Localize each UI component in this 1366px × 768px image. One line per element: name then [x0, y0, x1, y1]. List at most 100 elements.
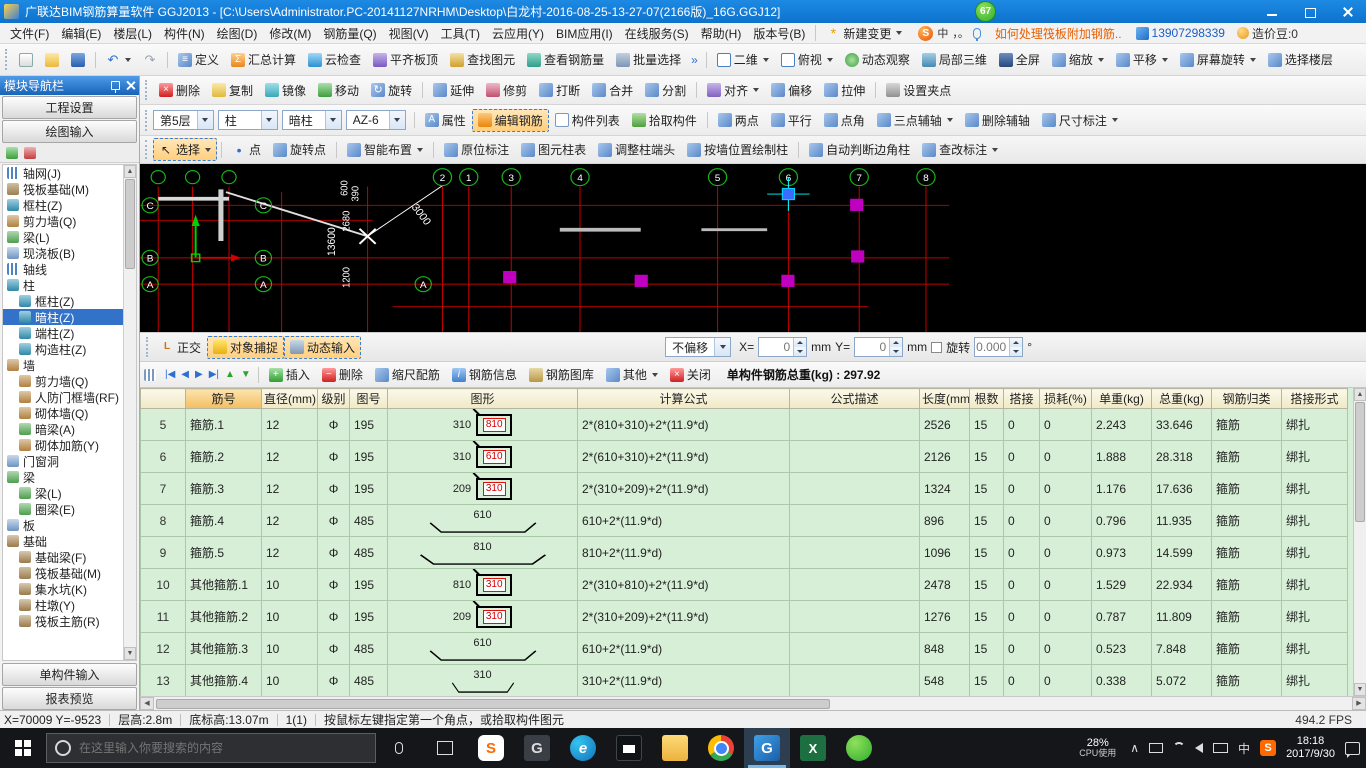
draw-toolbar-button[interactable]: 旋转点 — [267, 138, 332, 161]
pin-icon[interactable] — [111, 81, 120, 93]
cell-rebar-class[interactable]: 箍筋 — [1211, 568, 1282, 601]
report-preview-button[interactable]: 报表预览 — [2, 687, 137, 710]
toolbar-button[interactable]: 平齐板顶 — [367, 48, 444, 71]
toolbar-grip[interactable] — [5, 48, 9, 71]
cell-grade[interactable]: Φ — [317, 536, 350, 569]
wifi-tray-icon[interactable] — [1173, 742, 1186, 754]
cell-loss[interactable]: 0 — [1039, 536, 1092, 569]
view-toolbar-button[interactable]: 全屏 — [993, 48, 1046, 71]
grid-toolbar-button[interactable]: 删除 — [316, 363, 369, 386]
taskbar-mic-button[interactable] — [376, 728, 422, 768]
cell-rebar-name[interactable]: 其他箍筋.4 — [185, 664, 262, 696]
table-header-cell[interactable]: 直径(mm) — [261, 388, 318, 409]
display-tray-icon[interactable] — [1149, 743, 1164, 753]
component-toolbar-button[interactable]: 拾取构件 — [626, 109, 703, 132]
draw-toolbar-button[interactable]: 选择 — [153, 138, 218, 161]
toolbar-overflow-chevron[interactable]: » — [687, 53, 702, 67]
spin-up-icon[interactable] — [890, 338, 903, 347]
cell-figure-number[interactable]: 195 — [349, 440, 388, 473]
cell-grade[interactable]: Φ — [317, 504, 350, 537]
y-input[interactable]: 0 — [854, 337, 904, 357]
grid-toolbar-button[interactable]: 关闭 — [664, 363, 717, 386]
next-record-button[interactable]: ▶ — [192, 368, 206, 381]
rebar-table-row[interactable]: 11 其他箍筋.2 10 Φ 195 209 310 2*(310+209)+2… — [140, 600, 1348, 633]
cell-count[interactable]: 15 — [969, 472, 1004, 505]
cell-length[interactable]: 848 — [919, 632, 970, 665]
cell-lap-form[interactable]: 绑扎 — [1281, 568, 1348, 601]
table-header-cell[interactable]: 损耗(%) — [1039, 388, 1092, 409]
cell-shape-diagram[interactable]: 610 — [387, 632, 578, 665]
taskbar-app-button[interactable]: e — [560, 728, 606, 768]
cell-shape-diagram[interactable]: 310 810 — [387, 408, 578, 441]
start-button[interactable] — [0, 728, 46, 768]
view-toolbar-button[interactable]: 俯视 — [775, 48, 839, 71]
tree-item[interactable]: 框柱(Z) — [3, 293, 123, 309]
cell-formula-desc[interactable] — [789, 632, 920, 665]
cell-rebar-name[interactable]: 其他箍筋.3 — [185, 632, 262, 665]
table-header-cell[interactable]: 钢筋归类 — [1211, 388, 1282, 409]
cell-rebar-name[interactable]: 箍筋.1 — [185, 408, 262, 441]
toolbar-button[interactable]: 查找图元 — [444, 48, 521, 71]
cell-lap-form[interactable]: 绑扎 — [1281, 504, 1348, 537]
cell-grade[interactable]: Φ — [317, 664, 350, 696]
tree-item[interactable]: 筏板基础(M) — [3, 181, 123, 197]
taskbar-app-button[interactable] — [652, 728, 698, 768]
edit-toolbar-button[interactable]: 镜像 — [259, 79, 312, 102]
cell-row-number[interactable]: 5 — [140, 408, 186, 441]
combo-box[interactable]: 第5层 — [153, 110, 214, 130]
menu-item[interactable]: 帮助(H) — [695, 23, 748, 44]
cell-unit-weight[interactable]: 2.243 — [1091, 408, 1152, 441]
cell-grade[interactable]: Φ — [317, 408, 350, 441]
taskbar-search[interactable] — [46, 733, 376, 763]
grid-toolbar-button[interactable]: 其他 — [600, 363, 664, 386]
cell-loss[interactable]: 0 — [1039, 472, 1092, 505]
cell-count[interactable]: 15 — [969, 408, 1004, 441]
tree-item[interactable]: 门窗洞 — [3, 453, 123, 469]
cell-loss[interactable]: 0 — [1039, 408, 1092, 441]
cell-shape-diagram[interactable]: 810 310 — [387, 568, 578, 601]
rebar-table-row[interactable]: 5 箍筋.1 12 Φ 195 310 810 2*(810+310)+2*(1… — [140, 408, 1348, 441]
draw-toolbar-button[interactable]: 自动判断边角柱 — [803, 138, 916, 161]
cell-count[interactable]: 15 — [969, 568, 1004, 601]
task-view-button[interactable] — [422, 728, 468, 768]
toolbar-grip[interactable] — [146, 337, 150, 357]
table-header-cell[interactable]: 搭接形式 — [1281, 388, 1348, 409]
tray-expand-icon[interactable]: ∧ — [1130, 741, 1139, 755]
toolbar-button[interactable]: 定义 — [172, 48, 225, 71]
rebar-table-row[interactable]: 12 其他箍筋.3 10 Φ 485 610 610+2*(11.9*d) 84… — [140, 632, 1348, 665]
cell-lap[interactable]: 0 — [1003, 440, 1040, 473]
cell-length[interactable]: 1276 — [919, 600, 970, 633]
cell-total-weight[interactable]: 5.072 — [1151, 664, 1212, 696]
view-toolbar-button[interactable]: 选择楼层 — [1262, 48, 1339, 71]
cell-unit-weight[interactable]: 1.529 — [1091, 568, 1152, 601]
table-vertical-scrollbar[interactable]: ▲ ▼ — [1353, 388, 1366, 696]
tree-item[interactable]: 板 — [3, 517, 123, 533]
prev-record-button[interactable]: ◀ — [178, 368, 192, 381]
selected-column[interactable] — [767, 177, 810, 211]
tree-item[interactable]: 砌体墙(Q) — [3, 405, 123, 421]
tree-scrollbar[interactable]: ▲ ▼ — [123, 165, 136, 660]
aux-axis-button[interactable]: 两点 — [712, 109, 765, 132]
cell-lap[interactable]: 0 — [1003, 504, 1040, 537]
draw-toolbar-button[interactable]: 点 — [226, 138, 267, 161]
view-toolbar-button[interactable]: 动态观察 — [839, 48, 916, 71]
cell-figure-number[interactable]: 485 — [349, 664, 388, 696]
scroll-thumb[interactable] — [156, 698, 831, 709]
tree-item[interactable]: 圈梁(E) — [3, 501, 123, 517]
edit-toolbar-button[interactable]: 删除 — [153, 79, 206, 102]
cell-loss[interactable]: 0 — [1039, 440, 1092, 473]
cell-row-number[interactable]: 8 — [140, 504, 186, 537]
help-tip-link[interactable]: 如何处理筏板附加钢筋.. — [995, 25, 1122, 42]
sogou-tray-icon[interactable]: S — [1260, 740, 1277, 756]
menu-item[interactable]: 编辑(E) — [55, 23, 107, 44]
cell-shape-diagram[interactable]: 310 — [387, 664, 578, 696]
cell-rebar-class[interactable]: 箍筋 — [1211, 504, 1282, 537]
cell-diameter[interactable]: 10 — [261, 568, 318, 601]
cell-formula[interactable]: 2*(810+310)+2*(11.9*d) — [577, 408, 790, 441]
cell-lap-form[interactable]: 绑扎 — [1281, 472, 1348, 505]
spin-down-icon[interactable] — [890, 347, 903, 356]
rebar-table-row[interactable]: 10 其他箍筋.1 10 Φ 195 810 310 2*(310+810)+2… — [140, 568, 1348, 601]
cell-lap[interactable]: 0 — [1003, 472, 1040, 505]
cell-length[interactable]: 2478 — [919, 568, 970, 601]
edit-toolbar-button[interactable]: 修剪 — [480, 79, 533, 102]
